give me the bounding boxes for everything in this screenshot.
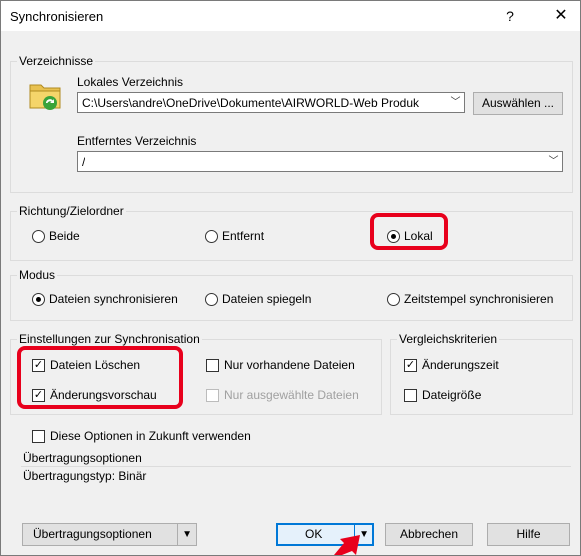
chevron-down-icon[interactable]: ﹀	[447, 93, 464, 112]
checkbox-nur-ausgewaehlte-label: Nur ausgewählte Dateien	[224, 388, 359, 402]
checkbox-nur-ausgewaehlte	[206, 389, 219, 402]
radio-beide[interactable]	[32, 230, 45, 243]
caret-down-icon[interactable]: ▼	[177, 524, 192, 545]
sync-folder-icon	[29, 84, 61, 110]
title-bar: Synchronisieren ? ✕	[1, 1, 580, 31]
checkbox-dateigroesse[interactable]	[404, 389, 417, 402]
browse-button[interactable]: Auswählen ...	[473, 92, 563, 115]
highlight-lokal	[370, 213, 448, 250]
local-dir-combo[interactable]: C:\Users\andre\OneDrive\Dokumente\AIRWOR…	[77, 92, 465, 113]
group-label-verzeichnisse: Verzeichnisse	[17, 54, 96, 68]
highlight-einstellungen	[17, 346, 183, 409]
local-dir-label: Lokales Verzeichnis	[77, 75, 184, 89]
checkbox-nur-vorhandene[interactable]	[206, 359, 219, 372]
checkbox-dateigroesse-label: Dateigröße	[422, 388, 482, 402]
radio-beide-label: Beide	[49, 229, 80, 243]
close-button[interactable]: ✕	[546, 5, 576, 27]
transfer-type-text: Übertragungstyp: Binär	[23, 469, 147, 483]
checkbox-nur-vorhandene-label: Nur vorhandene Dateien	[224, 358, 355, 372]
radio-dateien-synchronisieren-label: Dateien synchronisieren	[49, 292, 178, 306]
transfer-options-button[interactable]: Übertragungsoptionen ▼	[22, 523, 197, 546]
radio-dateien-spiegeln[interactable]	[205, 293, 218, 306]
radio-entfernt[interactable]	[205, 230, 218, 243]
remote-dir-label: Entferntes Verzeichnis	[77, 134, 197, 148]
radio-zeitstempel[interactable]	[387, 293, 400, 306]
dialog-title: Synchronisieren	[10, 9, 104, 24]
group-label-richtung: Richtung/Zielordner	[17, 204, 126, 218]
transfer-divider	[21, 466, 571, 467]
chevron-down-icon[interactable]: ﹀	[545, 152, 562, 171]
group-label-vergleich: Vergleichskriterien	[397, 332, 500, 346]
group-richtung: Richtung/Zielordner	[10, 204, 573, 261]
group-label-einstellungen: Einstellungen zur Synchronisation	[17, 332, 202, 346]
radio-dateien-spiegeln-label: Dateien spiegeln	[222, 292, 312, 306]
radio-entfernt-label: Entfernt	[222, 229, 265, 243]
remote-dir-value: /	[82, 155, 86, 169]
checkbox-aenderungszeit[interactable]: ✓	[404, 359, 417, 372]
transfer-options-button-label: Übertragungsoptionen	[33, 527, 152, 541]
checkbox-future-options[interactable]	[32, 430, 45, 443]
remote-dir-combo[interactable]: / ﹀	[77, 151, 563, 172]
checkbox-future-options-label: Diese Optionen in Zukunft verwenden	[50, 429, 251, 443]
help-button[interactable]: Hilfe	[487, 523, 570, 546]
sync-dialog: Synchronisieren ? ✕ Verzeichnisse Lokale…	[0, 0, 581, 556]
arrow-pointer-icon	[334, 535, 360, 555]
radio-dateien-synchronisieren[interactable]	[32, 293, 45, 306]
transfer-section-label: Übertragungsoptionen	[23, 451, 142, 465]
radio-zeitstempel-label: Zeitstempel synchronisieren	[404, 292, 554, 306]
ok-button-label: OK	[305, 527, 323, 541]
group-vergleich: Vergleichskriterien	[390, 332, 573, 415]
cancel-button[interactable]: Abbrechen	[385, 523, 473, 546]
local-dir-value: C:\Users\andre\OneDrive\Dokumente\AIRWOR…	[82, 96, 420, 110]
group-label-modus: Modus	[17, 268, 58, 282]
help-title-button[interactable]: ?	[495, 5, 525, 27]
checkbox-aenderungszeit-label: Änderungszeit	[422, 358, 499, 372]
